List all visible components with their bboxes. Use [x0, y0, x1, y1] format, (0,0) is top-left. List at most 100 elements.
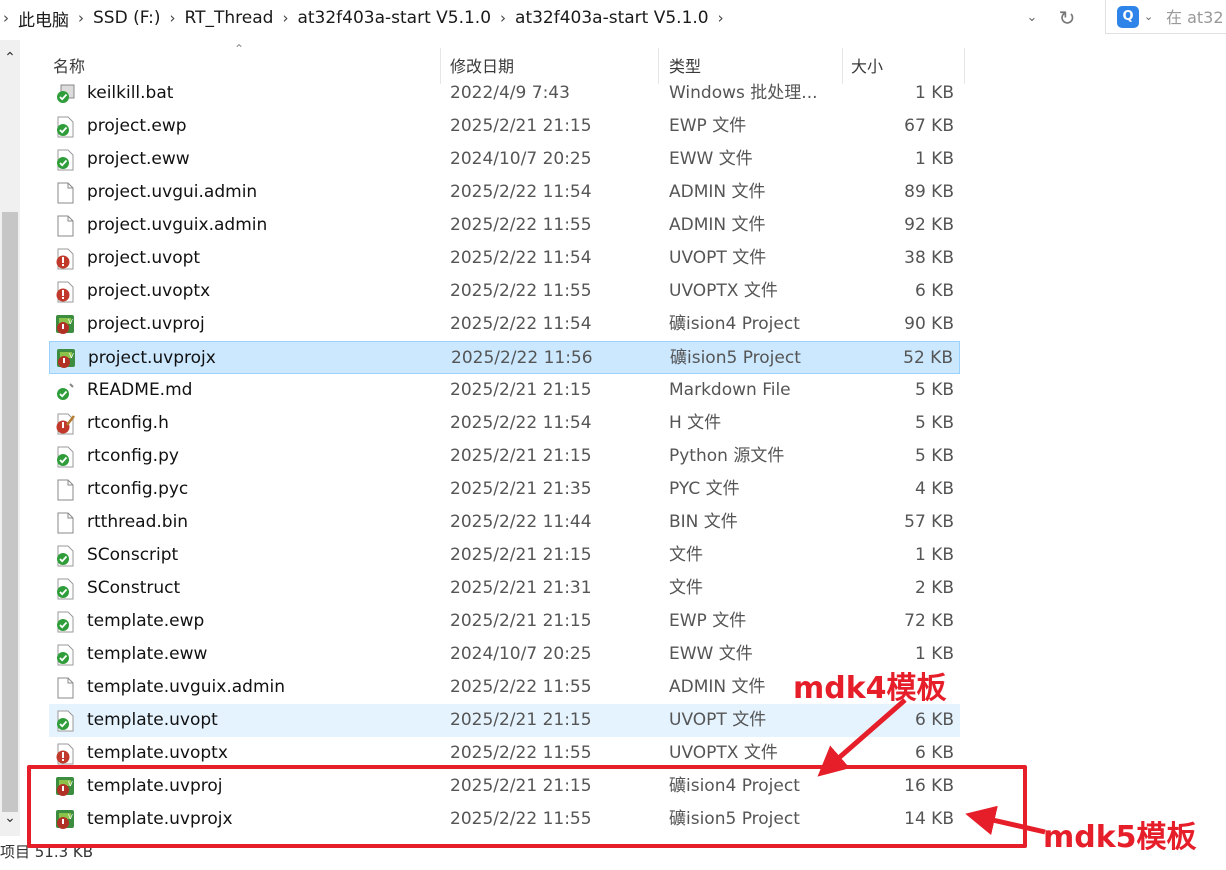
- file-date: 2025/2/21 21:15: [450, 446, 592, 466]
- file-type: 文件: [669, 545, 703, 565]
- file-row[interactable]: project.uvgui.admin 2025/2/22 11:54 ADMIN …: [49, 176, 960, 209]
- svg-text:V: V: [68, 318, 73, 326]
- file-size: 67 KB: [904, 116, 954, 136]
- file-row[interactable]: SConscript 2025/2/21 21:15 文件 1 KB: [49, 539, 960, 572]
- file-name: keilkill.bat: [87, 83, 174, 103]
- file-type: PYC 文件: [669, 479, 740, 499]
- chevron-down-icon[interactable]: ⌄: [1022, 6, 1042, 30]
- header-file-icon: [55, 413, 75, 435]
- file-size: 92 KB: [904, 215, 954, 235]
- keil-project-icon: V: [55, 314, 75, 336]
- file-row[interactable]: Vproject.uvprojx 2025/2/22 11:56 礦ision5 P…: [49, 341, 960, 374]
- file-date: 2025/2/21 21:15: [450, 545, 592, 565]
- green-check-file-icon: [55, 446, 75, 468]
- file-list: keilkill.bat 2022/4/9 7:43 Windows 批处理... 1…: [0, 77, 1226, 837]
- file-date: 2025/2/22 11:56: [451, 348, 593, 368]
- file-name: project.uvproj: [87, 314, 205, 334]
- search-box[interactable]: Q ⌄: [1105, 0, 1226, 34]
- file-size: 5 KB: [914, 380, 954, 400]
- chevron-right-icon[interactable]: ›: [170, 9, 176, 27]
- file-row[interactable]: keilkill.bat 2022/4/9 7:43 Windows 批处理... 1…: [49, 77, 960, 110]
- breadcrumb-item-this-pc[interactable]: 此电脑: [18, 6, 69, 31]
- breadcrumb-item-folder[interactable]: at32f403a-start V5.1.0: [297, 8, 491, 28]
- file-type: Markdown File: [669, 380, 791, 400]
- file-name: rtconfig.py: [87, 446, 179, 466]
- file-name: README.md: [87, 380, 193, 400]
- file-row[interactable]: rtthread.bin 2025/2/22 11:44 BIN 文件 57 KB: [49, 506, 960, 539]
- file-date: 2024/10/7 20:25: [450, 149, 592, 169]
- chevron-right-icon[interactable]: ›: [500, 9, 506, 27]
- file-row[interactable]: SConstruct 2025/2/21 21:31 文件 2 KB: [49, 572, 960, 605]
- file-size: 2 KB: [914, 578, 954, 598]
- file-date: 2025/2/21 21:35: [450, 479, 592, 499]
- file-row[interactable]: project.uvguix.admin 2025/2/22 11:55 ADMIN…: [49, 209, 960, 242]
- file-name: project.uvgui.admin: [87, 182, 258, 202]
- file-type: 礦ision4 Project: [669, 314, 800, 334]
- file-row[interactable]: project.uvoptx 2025/2/22 11:55 UVOPTX 文件 6 …: [49, 275, 960, 308]
- file-size: 38 KB: [904, 248, 954, 268]
- file-type: 文件: [669, 578, 703, 598]
- file-type: 礦ision5 Project: [670, 348, 801, 368]
- file-date: 2025/2/22 11:54: [450, 248, 592, 268]
- chevron-down-icon[interactable]: ⌄: [1144, 6, 1153, 28]
- scroll-up-icon[interactable]: ⌃: [0, 48, 20, 68]
- file-size: 89 KB: [904, 182, 954, 202]
- file-row[interactable]: template.uvopt 2025/2/21 21:15 UVOPT 文件 6 K…: [49, 704, 960, 737]
- highlight-box: [27, 765, 1027, 848]
- file-date: 2025/2/21 21:15: [450, 710, 592, 730]
- file-type: EWP 文件: [669, 116, 747, 136]
- green-check-file-icon: [55, 149, 75, 171]
- breadcrumb-item-current[interactable]: at32f403a-start V5.1.0: [515, 8, 709, 28]
- file-row[interactable]: rtconfig.pyc 2025/2/21 21:35 PYC 文件 4 KB: [49, 473, 960, 506]
- address-bar: › 此电脑 › SSD (F:) › RT_Thread › at32f403a…: [0, 0, 1226, 38]
- file-size: 5 KB: [914, 413, 954, 433]
- file-row[interactable]: project.ewp 2025/2/21 21:15 EWP 文件 67 KB: [49, 110, 960, 143]
- file-row[interactable]: project.eww 2024/10/7 20:25 EWW 文件 1 KB: [49, 143, 960, 176]
- refresh-icon[interactable]: ↻: [1054, 4, 1080, 32]
- file-date: 2025/2/21 21:31: [450, 578, 592, 598]
- breadcrumb-item-rt-thread[interactable]: RT_Thread: [185, 8, 274, 28]
- file-size: 1 KB: [914, 149, 954, 169]
- file-date: 2025/2/22 11:54: [450, 314, 592, 334]
- breadcrumb-item-drive[interactable]: SSD (F:): [93, 8, 161, 28]
- chevron-right-icon[interactable]: ›: [282, 9, 288, 27]
- file-row[interactable]: project.uvopt 2025/2/22 11:54 UVOPT 文件 38 K…: [49, 242, 960, 275]
- file-name: rtthread.bin: [87, 512, 189, 532]
- chevron-right-icon[interactable]: ›: [718, 9, 724, 27]
- red-file-icon: [55, 248, 75, 270]
- file-date: 2025/2/21 21:15: [450, 611, 592, 631]
- file-type: ADMIN 文件: [669, 677, 766, 697]
- file-size: 5 KB: [914, 446, 954, 466]
- annotation-mdk4: mdk4模板: [793, 671, 947, 706]
- file-date: 2025/2/22 11:55: [450, 677, 592, 697]
- markdown-icon: [55, 380, 75, 402]
- blank-file-icon: [55, 182, 75, 204]
- sort-ascending-icon: ⌃: [234, 42, 245, 56]
- file-name: template.uvopt: [87, 710, 218, 730]
- file-date: 2025/2/22 11:54: [450, 413, 592, 433]
- file-type: EWW 文件: [669, 149, 753, 169]
- file-date: 2025/2/22 11:55: [450, 215, 592, 235]
- file-date: 2025/2/22 11:54: [450, 182, 592, 202]
- bat-icon: [55, 83, 75, 105]
- file-size: 6 KB: [914, 710, 954, 730]
- file-date: 2025/2/22 11:44: [450, 512, 592, 532]
- chevron-right-icon[interactable]: ›: [78, 9, 84, 27]
- file-row[interactable]: Vproject.uvproj 2025/2/22 11:54 礦ision4 Pr…: [49, 308, 960, 341]
- file-name: project.uvprojx: [88, 348, 216, 368]
- file-name: project.uvoptx: [87, 281, 211, 301]
- file-row[interactable]: rtconfig.py 2025/2/21 21:15 Python 源文件 5 KB: [49, 440, 960, 473]
- file-size: 72 KB: [904, 611, 954, 631]
- file-size: 1 KB: [914, 545, 954, 565]
- file-row[interactable]: README.md 2025/2/21 21:15 Markdown File 5 K…: [49, 374, 960, 407]
- file-row[interactable]: template.ewp 2025/2/21 21:15 EWP 文件 72 KB: [49, 605, 960, 638]
- file-row[interactable]: rtconfig.h 2025/2/22 11:54 H 文件 5 KB: [49, 407, 960, 440]
- red-file-icon: [55, 281, 75, 303]
- chevron-right-icon[interactable]: ›: [3, 9, 9, 27]
- search-input[interactable]: [1166, 4, 1226, 30]
- search-icon[interactable]: Q: [1117, 6, 1139, 28]
- green-check-file-icon: [55, 644, 75, 666]
- green-check-file-icon: [55, 545, 75, 567]
- file-type: EWP 文件: [669, 611, 747, 631]
- file-name: project.uvopt: [87, 248, 201, 268]
